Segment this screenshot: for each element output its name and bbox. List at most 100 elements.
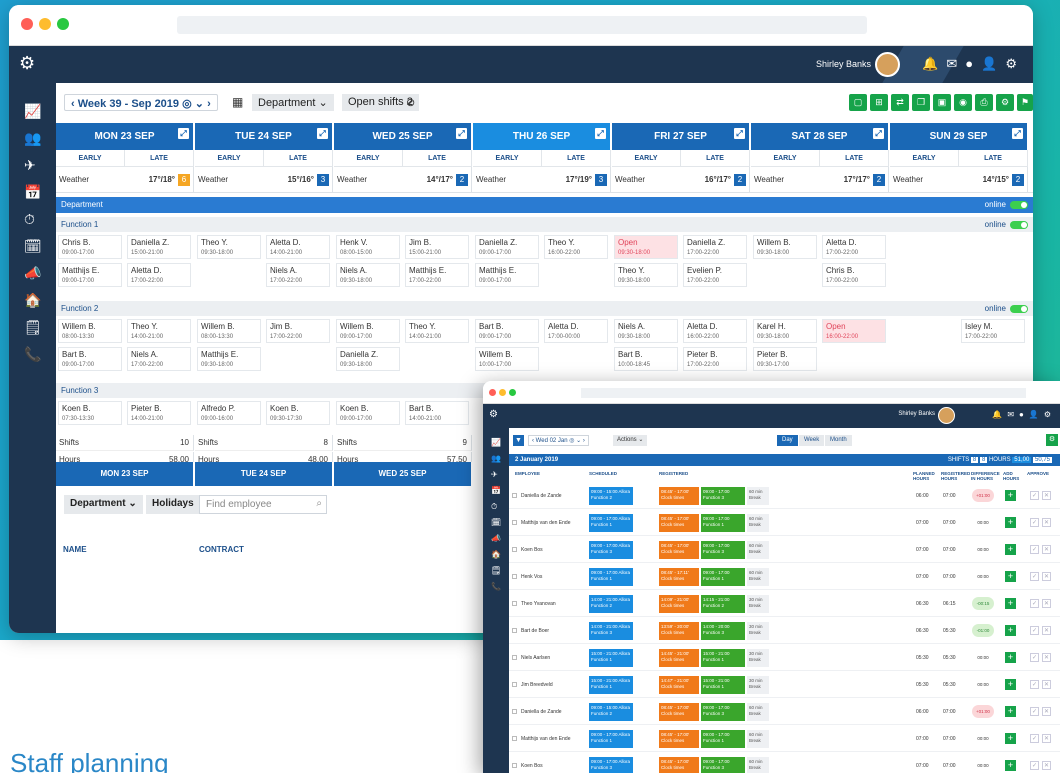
megaphone-icon[interactable]: 📣 bbox=[491, 534, 501, 543]
settings-button[interactable]: ⚙ bbox=[996, 94, 1014, 111]
user-name[interactable]: Shirley Banks bbox=[816, 59, 871, 69]
row-checkbox[interactable] bbox=[512, 682, 517, 687]
plane-icon[interactable]: ✈ bbox=[491, 470, 498, 479]
break-block[interactable]: 30 min Break bbox=[747, 676, 769, 694]
day-header[interactable]: THU 26 SEP ⤢ bbox=[473, 123, 611, 150]
search-icon[interactable]: ⌕ bbox=[316, 498, 322, 509]
registered-block[interactable]: 14:00 - 20:00 Function 3 bbox=[701, 622, 745, 640]
week-selector[interactable]: ‹ Week 39 - Sep 2019 ◎ ⌄ › bbox=[64, 94, 218, 111]
clock-times-block[interactable]: 08:45' - 17:00' Clock times bbox=[659, 487, 699, 505]
break-block[interactable]: 30 min Break bbox=[747, 595, 769, 613]
shift-card[interactable]: Koen B. 07:30-13:30 bbox=[58, 401, 122, 425]
shift-card[interactable]: Theo Y. 09:30-18:00 bbox=[197, 235, 261, 259]
row-checkbox[interactable] bbox=[512, 655, 517, 660]
calendar-plus-icon[interactable]: 📅 bbox=[491, 486, 501, 495]
approve-check-icon[interactable]: ✓ bbox=[1030, 707, 1039, 716]
shift-card[interactable]: Chris B. 09:00-17:00 bbox=[58, 235, 122, 259]
mail-icon[interactable]: ✉ bbox=[946, 56, 965, 71]
clock-times-block[interactable]: 08:45' - 17:00' Clock times bbox=[659, 730, 699, 748]
hide-icon[interactable]: ⊘ bbox=[406, 96, 415, 109]
approve-check-icon[interactable]: ✓ bbox=[1030, 572, 1039, 581]
add-hours-button[interactable]: + bbox=[1005, 679, 1016, 690]
shift-card[interactable]: Theo Y. 14:00-21:00 bbox=[405, 319, 469, 343]
shift-card[interactable]: Alfredo P. 09:00-16:00 bbox=[197, 401, 261, 425]
users-icon[interactable]: 👥 bbox=[24, 130, 41, 147]
clock-icon[interactable]: ⏱ bbox=[24, 211, 35, 228]
registered-block[interactable]: 09:00 - 17:00 Function 1 bbox=[701, 568, 745, 586]
shift-card[interactable]: Theo Y. 09:30-18:00 bbox=[614, 263, 678, 287]
gear-logo-icon[interactable]: ⚙ bbox=[489, 409, 498, 420]
flag-button[interactable]: ⚑ bbox=[1017, 94, 1033, 111]
add-hours-button[interactable]: + bbox=[1005, 625, 1016, 636]
timesheet-row[interactable]: Theo Yvanovan 14:00 - 21:00 Allora Functio… bbox=[509, 592, 1060, 617]
table-button[interactable]: ⊞ bbox=[870, 94, 888, 111]
shift-card[interactable]: Jim B. 17:00-22:00 bbox=[266, 319, 330, 343]
shift-card[interactable]: Jim B. 15:00-21:00 bbox=[405, 235, 469, 259]
shift-card[interactable]: Karel H. 09:30-18:00 bbox=[753, 319, 817, 343]
expand-icon[interactable]: ⤢ bbox=[595, 128, 606, 139]
shift-card[interactable]: Aletta D. 16:00-22:00 bbox=[683, 319, 747, 343]
filter-icon[interactable]: ▼ bbox=[513, 435, 524, 446]
break-block[interactable]: 30 min Break bbox=[747, 622, 769, 640]
reject-x-icon[interactable]: ✕ bbox=[1042, 572, 1051, 581]
registered-block[interactable]: 09:00 - 17:00 Function 1 bbox=[701, 514, 745, 532]
maximize-dot[interactable] bbox=[57, 18, 69, 30]
expand-icon[interactable]: ⤢ bbox=[456, 128, 467, 139]
timesheet-row[interactable]: Koen Bos 09:00 - 17:00 Allora Function 3 08… bbox=[509, 538, 1060, 563]
chevron-left-icon[interactable]: ‹ bbox=[71, 98, 75, 110]
registered-block[interactable]: 15:00 - 21:00 Function 1 bbox=[701, 676, 745, 694]
maximize-dot[interactable] bbox=[509, 389, 516, 396]
settings-button[interactable]: ⚙ bbox=[1046, 434, 1058, 446]
calendar-empty-icon[interactable]: 🗒 bbox=[24, 319, 42, 336]
add-hours-button[interactable]: + bbox=[1005, 517, 1016, 528]
approve-check-icon[interactable]: ✓ bbox=[1030, 653, 1039, 662]
chart-icon[interactable]: 📈 bbox=[24, 103, 41, 120]
row-checkbox[interactable] bbox=[512, 601, 517, 606]
timesheet-row[interactable]: Koen Bos 09:00 - 17:00 Allora Function 3 08… bbox=[509, 754, 1060, 773]
gear-logo-icon[interactable]: ⚙ bbox=[19, 53, 35, 74]
view-month-button[interactable]: Month bbox=[825, 435, 852, 446]
shift-card[interactable]: Bart B. 14:00-21:00 bbox=[405, 401, 469, 425]
timesheet-date-nav[interactable]: ‹ Wed 02 Jan ◎ ⌄ › bbox=[528, 435, 589, 446]
clock-times-block[interactable]: 14:45' - 21:00' Clock times bbox=[659, 649, 699, 667]
approve-check-icon[interactable]: ✓ bbox=[1030, 734, 1039, 743]
add-hours-button[interactable]: + bbox=[1005, 598, 1016, 609]
calendar-icon[interactable]: 🗓 bbox=[24, 238, 42, 255]
scheduled-block[interactable]: 09:00 - 17:00 Allora Function 3 bbox=[589, 541, 633, 559]
approve-check-icon[interactable]: ✓ bbox=[1030, 761, 1039, 770]
registered-block[interactable]: 09:00 - 17:00 Function 3 bbox=[701, 541, 745, 559]
online-toggle[interactable] bbox=[1010, 221, 1028, 229]
shift-card[interactable]: Daniella Z. 15:00-21:00 bbox=[127, 235, 191, 259]
row-checkbox[interactable] bbox=[512, 628, 517, 633]
registered-block[interactable]: 09:00 - 17:00 Function 1 bbox=[701, 730, 745, 748]
bell-icon[interactable]: 🔔 bbox=[922, 56, 946, 71]
shift-card[interactable]: Niels A. 09:30-18:00 bbox=[336, 263, 400, 287]
reject-x-icon[interactable]: ✕ bbox=[1042, 680, 1051, 689]
add-hours-button[interactable]: + bbox=[1005, 490, 1016, 501]
settings-icon[interactable]: ⚙ bbox=[1005, 56, 1025, 71]
timesheet-row[interactable]: Matthijs van den Ende 09:00 - 17:00 Allor… bbox=[509, 511, 1060, 536]
actions-dropdown[interactable]: Actions ⌄ bbox=[613, 435, 648, 446]
chevron-down-icon[interactable]: ⌄ bbox=[195, 98, 204, 110]
registered-block[interactable]: 09:00 - 17:00 Function 3 bbox=[701, 487, 745, 505]
clock-times-block[interactable]: 13:59' - 20:00' Clock times bbox=[659, 622, 699, 640]
avatar[interactable] bbox=[938, 407, 955, 424]
row-checkbox[interactable] bbox=[512, 736, 517, 741]
shift-card[interactable]: Niels A. 09:30-18:00 bbox=[614, 319, 678, 343]
shift-card[interactable]: Open 16:00-22:00 bbox=[822, 319, 886, 343]
add-hours-button[interactable]: + bbox=[1005, 733, 1016, 744]
day-header[interactable]: MON 23 SEP ⤢ bbox=[56, 123, 194, 150]
scheduled-block[interactable]: 09:00 - 15:00 Allora Function 2 bbox=[589, 703, 633, 721]
row-checkbox[interactable] bbox=[512, 709, 517, 714]
shift-card[interactable]: Aletta D. 17:00-00:00 bbox=[544, 319, 608, 343]
add-hours-button[interactable]: + bbox=[1005, 571, 1016, 582]
add-hours-button[interactable]: + bbox=[1005, 544, 1016, 555]
avatar[interactable] bbox=[875, 52, 900, 77]
shift-card[interactable]: Pieter B. 14:00-21:00 bbox=[127, 401, 191, 425]
timesheet-row[interactable]: Matthijs van den Ende 09:00 - 17:00 Allor… bbox=[509, 727, 1060, 752]
shift-card[interactable]: Matthijs E. 09:30-18:00 bbox=[197, 347, 261, 371]
shift-card[interactable]: Willem B. 08:00-13:30 bbox=[197, 319, 261, 343]
timesheet-row[interactable]: Henk Vos 09:00 - 17:00 Allora Function 1 08… bbox=[509, 565, 1060, 590]
reject-x-icon[interactable]: ✕ bbox=[1042, 626, 1051, 635]
target-icon[interactable]: ◎ bbox=[182, 98, 192, 110]
